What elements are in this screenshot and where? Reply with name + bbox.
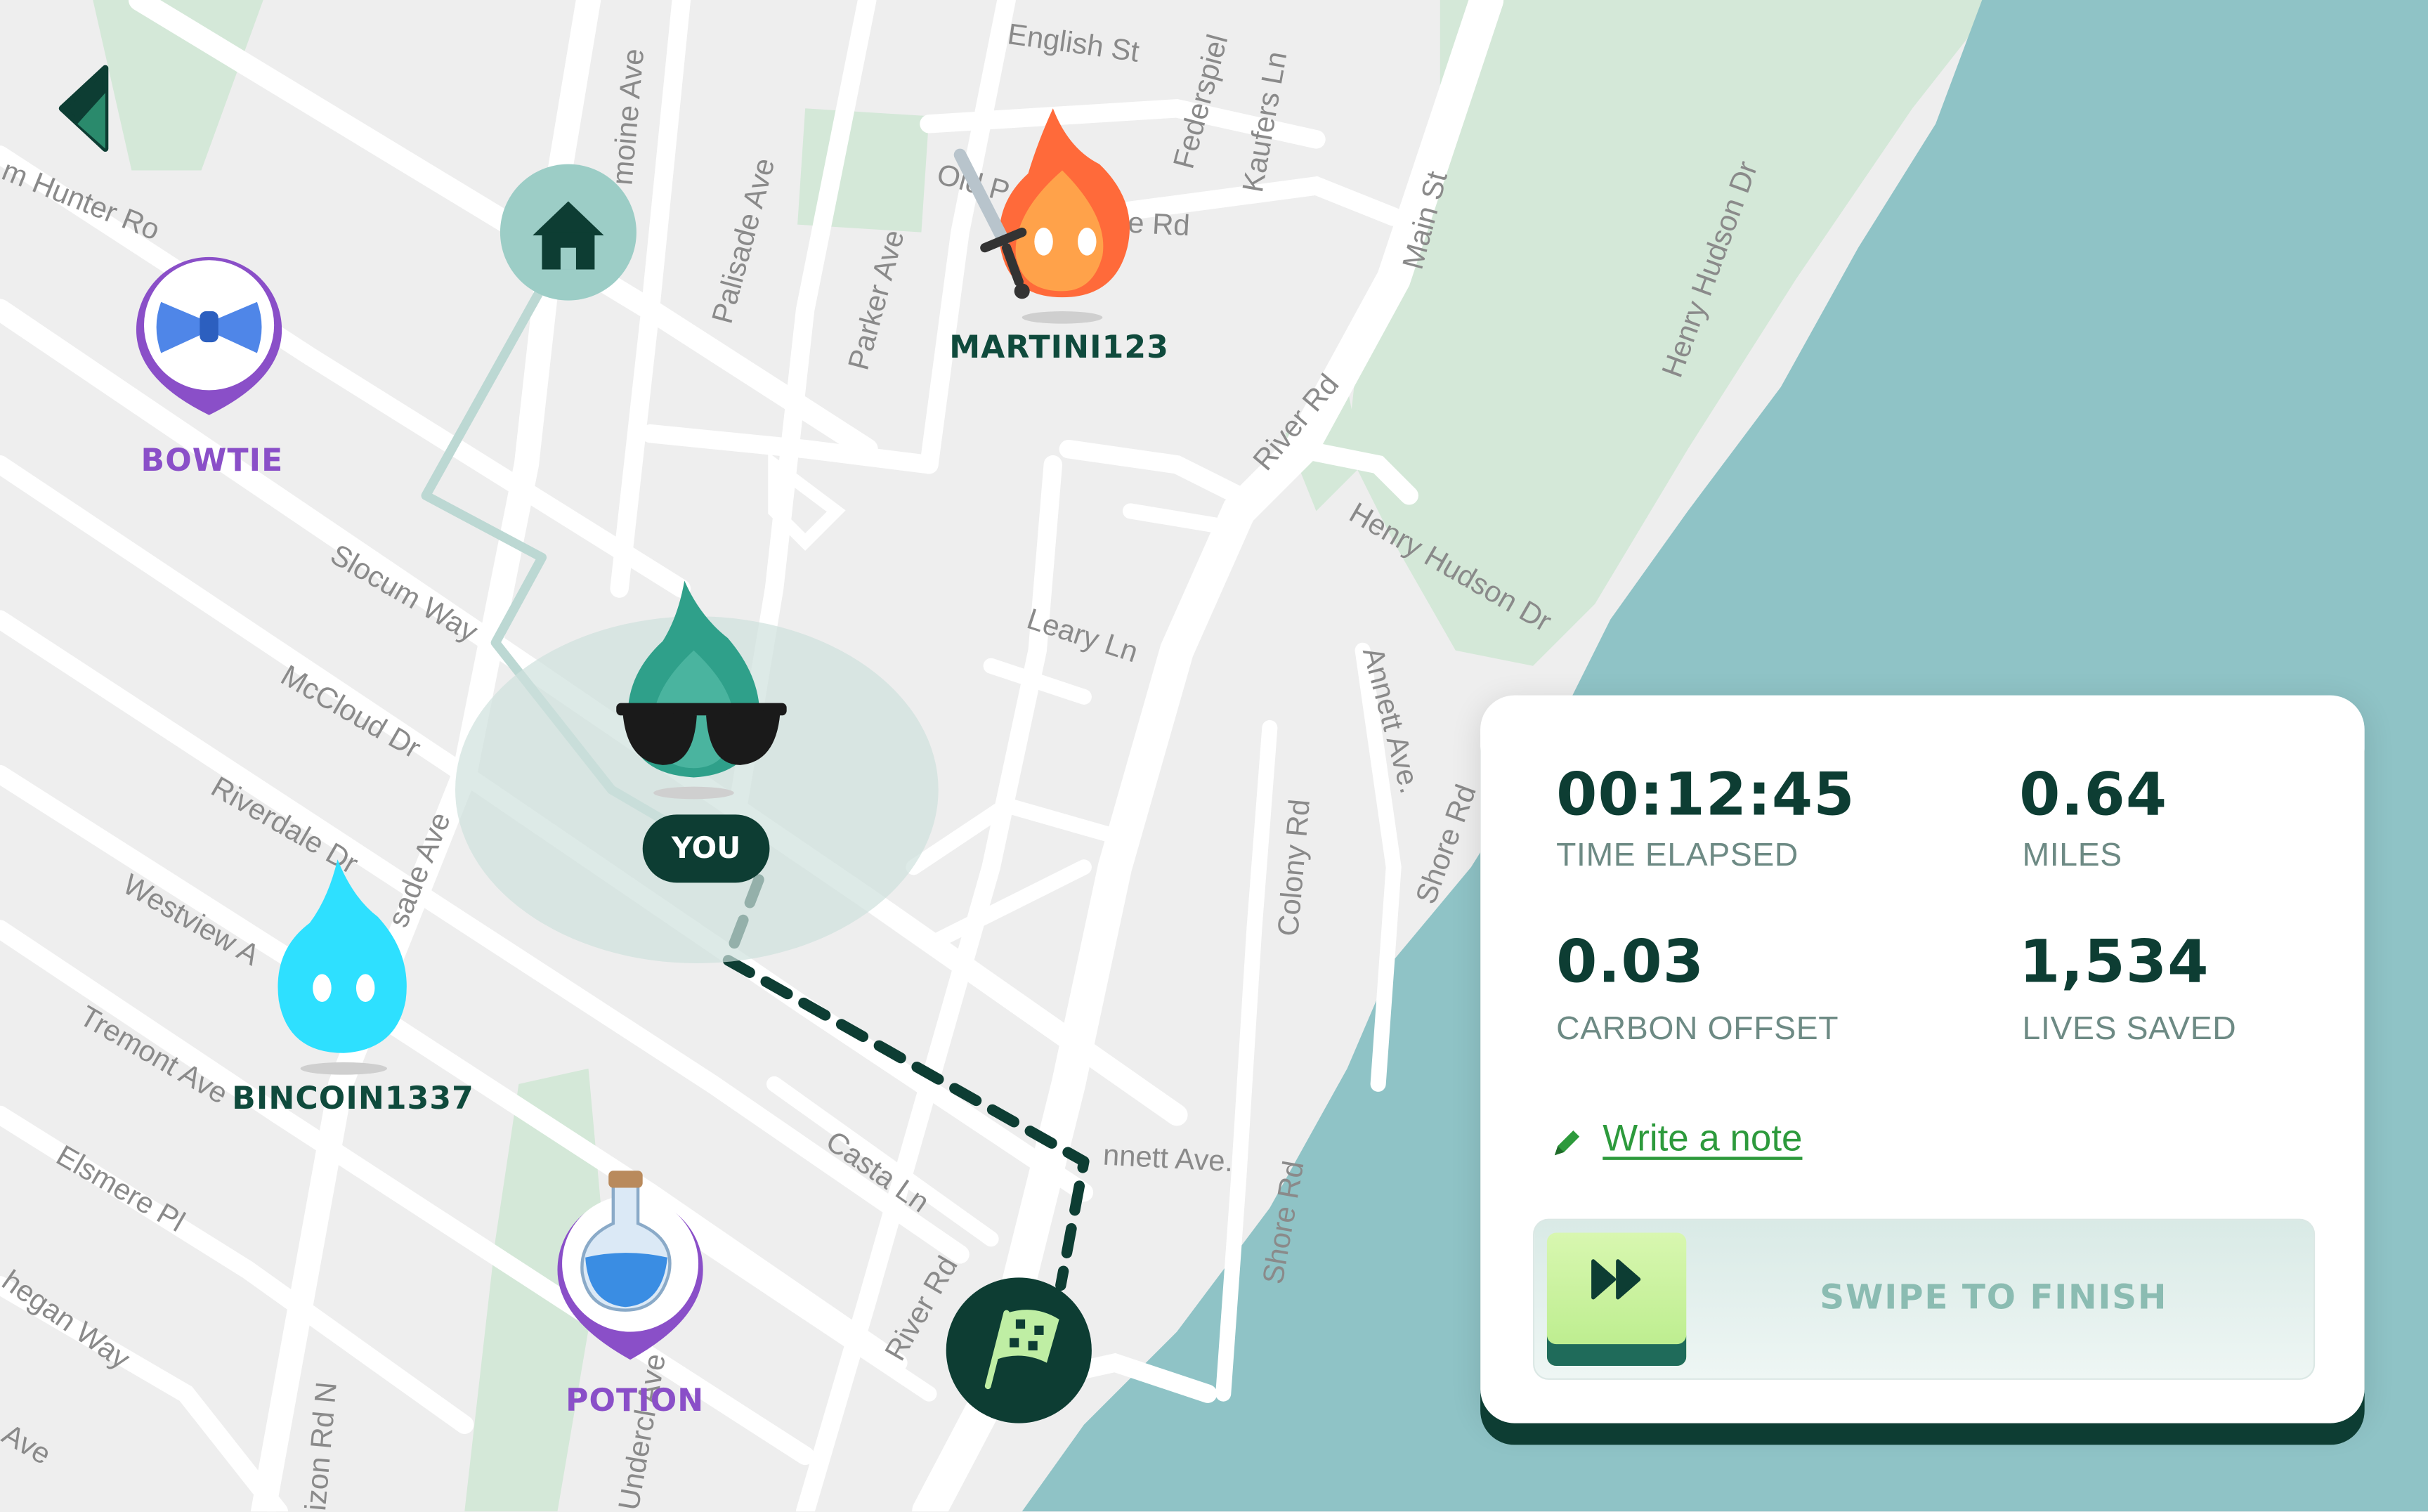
swipe-handle[interactable] — [1546, 1232, 1687, 1367]
carbon-offset-label: CARBON OFFSET — [1556, 1011, 1839, 1047]
you-label: YOU — [642, 814, 770, 883]
swipe-to-finish-slider[interactable]: SWIPE TO FINISH — [1533, 1218, 2316, 1380]
bowtie-label: BOWTIE — [141, 441, 284, 479]
miles-label: MILES — [2022, 838, 2122, 874]
bincoin1337-label: BINCOIN1337 — [232, 1079, 474, 1117]
time-elapsed-label: TIME ELAPSED — [1556, 838, 1799, 874]
run-stats-card: 00:12:45 TIME ELAPSED 0.64 MILES 0.03 CA… — [1480, 695, 2365, 1423]
write-note-link[interactable]: Write a note — [1603, 1118, 1802, 1161]
lives-saved-value: 1,534 — [2019, 927, 2210, 996]
time-elapsed-value: 00:12:45 — [1556, 760, 1855, 829]
street-label: nnett Ave. — [1102, 1138, 1234, 1178]
street-label: e Rd — [1127, 206, 1191, 242]
back-button[interactable] — [56, 62, 117, 155]
miles-value: 0.64 — [2019, 760, 2168, 829]
fast-forward-icon — [1591, 1259, 1641, 1300]
swipe-to-finish-label: SWIPE TO FINISH — [1820, 1279, 2168, 1318]
pencil-icon — [1554, 1130, 1580, 1156]
carbon-offset-value: 0.03 — [1556, 927, 1705, 996]
map-screen: English St Federspiel Kaufers Ln Main St… — [0, 0, 2428, 1512]
lives-saved-label: LIVES SAVED — [2022, 1011, 2237, 1047]
martini123-label: MARTINI123 — [949, 328, 1169, 366]
potion-label: POTION — [566, 1381, 705, 1419]
finish-marker[interactable] — [946, 1277, 1092, 1423]
home-marker[interactable] — [500, 164, 637, 301]
